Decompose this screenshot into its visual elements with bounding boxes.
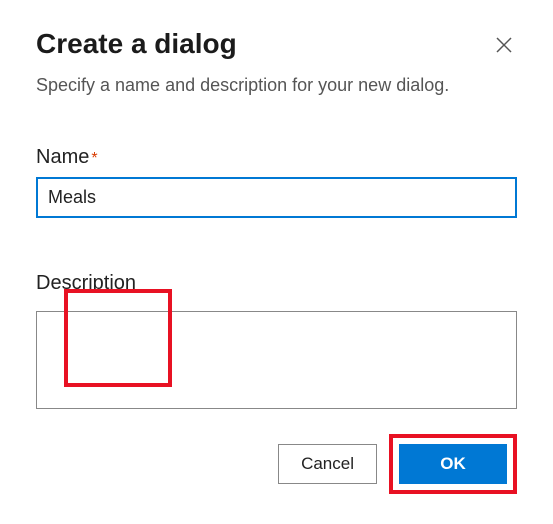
- close-icon: [495, 36, 513, 54]
- close-button[interactable]: [491, 32, 517, 61]
- name-label: Name: [36, 146, 89, 169]
- description-input[interactable]: [36, 311, 517, 409]
- ok-button[interactable]: OK: [399, 444, 507, 484]
- ok-highlight-annotation: OK: [389, 434, 517, 494]
- name-input[interactable]: [36, 177, 517, 218]
- cancel-button[interactable]: Cancel: [278, 444, 377, 484]
- description-label: Description: [36, 272, 136, 295]
- dialog-title: Create a dialog: [36, 28, 237, 60]
- dialog-subtitle: Specify a name and description for your …: [36, 75, 517, 96]
- required-indicator: *: [91, 150, 97, 167]
